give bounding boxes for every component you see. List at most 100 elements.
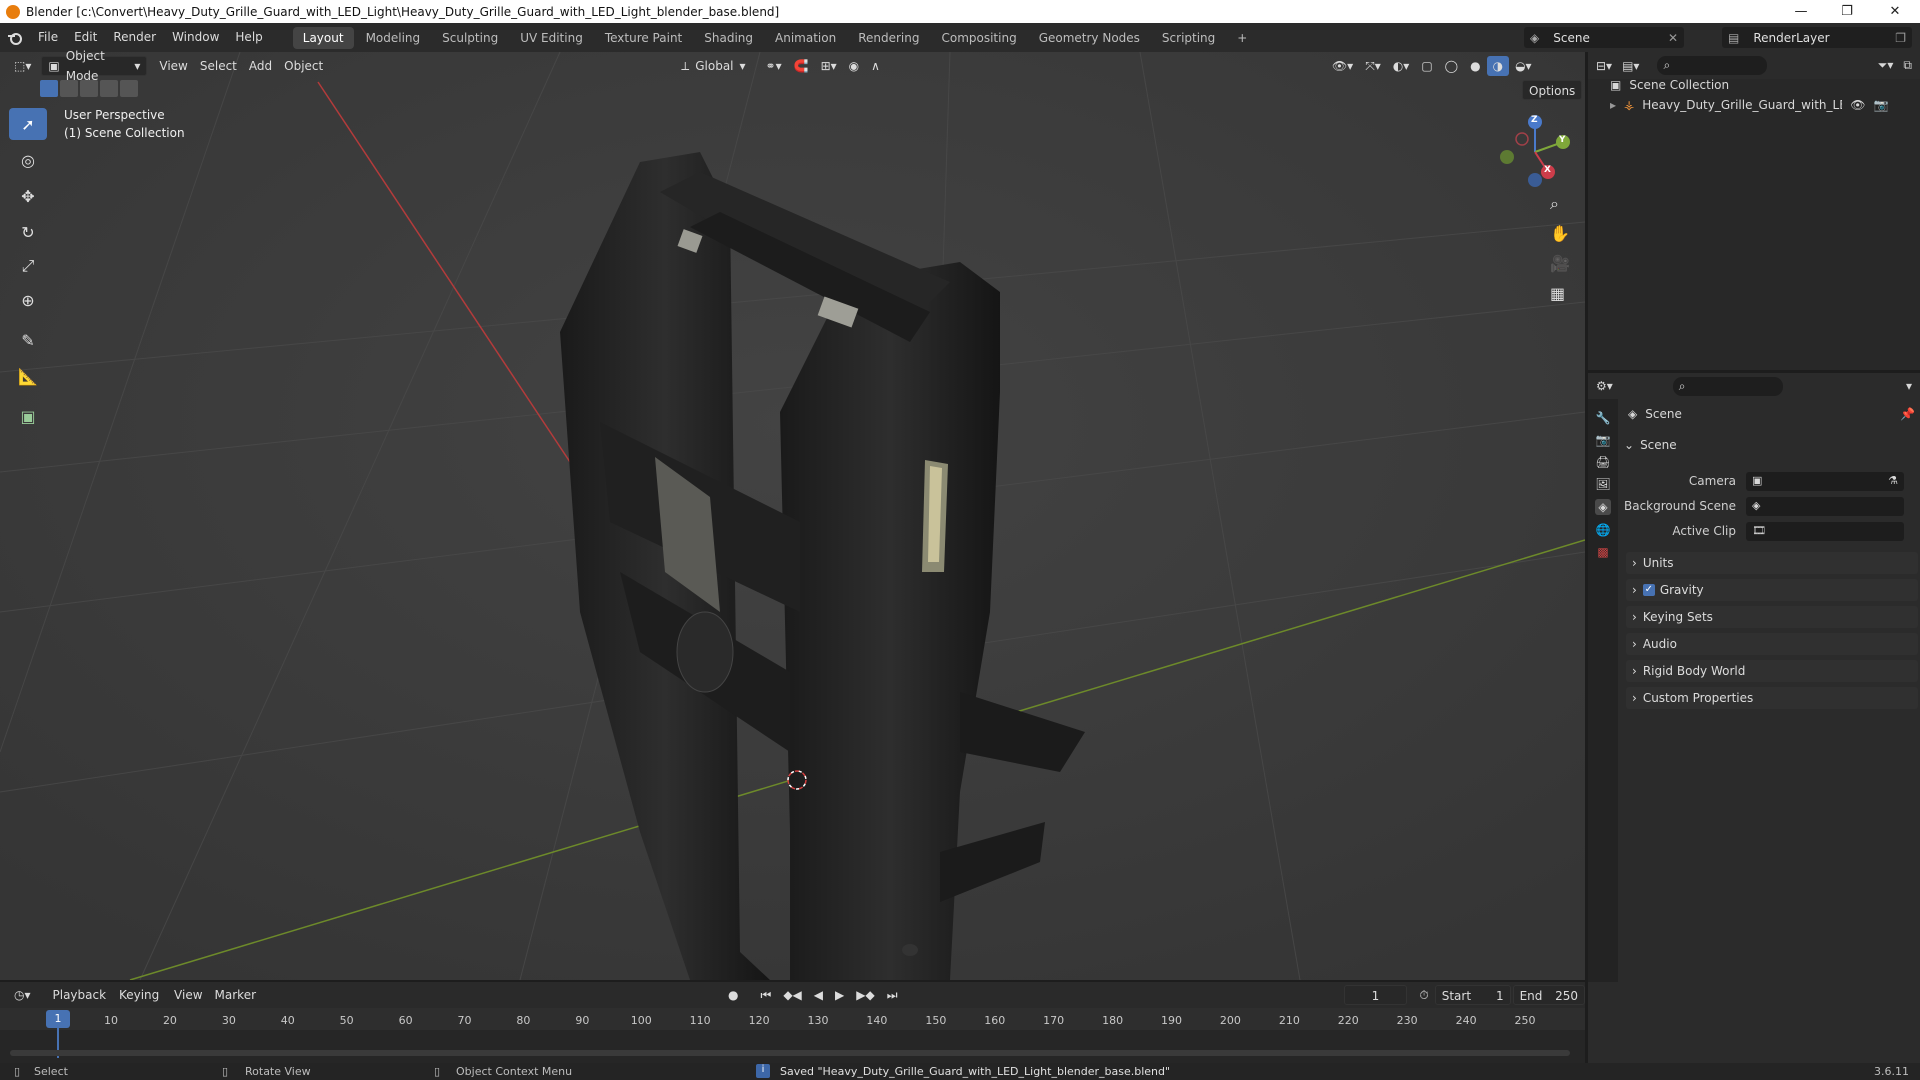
xray-icon[interactable]: ▢ — [1415, 56, 1438, 76]
tab-uv-editing[interactable]: UV Editing — [510, 27, 593, 49]
navigation-gizmo[interactable]: Z Y X — [1490, 112, 1580, 192]
tab-geometry-nodes[interactable]: Geometry Nodes — [1029, 27, 1150, 49]
camera-view-icon[interactable]: 🎥 — [1550, 254, 1570, 273]
play-icon[interactable]: ▶ — [829, 985, 850, 1005]
section-gravity[interactable]: › ✓ Gravity — [1626, 579, 1918, 601]
next-keyframe-icon[interactable]: ▶◆ — [850, 985, 880, 1005]
select-extend-icon[interactable] — [60, 80, 78, 97]
minimize-button[interactable]: — — [1778, 0, 1824, 23]
options-button[interactable]: Options — [1522, 80, 1583, 100]
play-reverse-icon[interactable]: ◀ — [808, 985, 829, 1005]
visibility-icon[interactable]: 👁▾ — [1326, 56, 1359, 76]
rendered-shading-icon[interactable]: ◒▾ — [1509, 56, 1538, 76]
jump-start-icon[interactable]: ⏮ — [755, 985, 778, 1005]
texture-tab-icon[interactable]: ▩ — [1597, 545, 1608, 559]
section-keying-sets[interactable]: › Keying Sets — [1626, 606, 1918, 628]
menu-view[interactable]: View — [153, 56, 193, 76]
menu-select[interactable]: Select — [194, 56, 243, 76]
tool-tab-icon[interactable]: 🔧 — [1596, 411, 1611, 425]
end-frame-field[interactable]: End 250 — [1512, 985, 1586, 1005]
gizmo-toggle-icon[interactable]: ⤧▾ — [1359, 56, 1387, 76]
expand-arrow-icon[interactable]: ▸ — [1610, 98, 1616, 112]
move-tool[interactable]: ✥ — [9, 180, 47, 212]
gravity-checkbox[interactable]: ✓ — [1642, 584, 1655, 596]
outliner-search-input[interactable]: ⌕ — [1657, 56, 1768, 75]
tab-sculpting[interactable]: Sculpting — [432, 27, 508, 49]
snap-target-icon[interactable]: ⊞▾ — [815, 56, 843, 76]
tab-compositing[interactable]: Compositing — [931, 27, 1026, 49]
orientation-selector[interactable]: ⟂ Global ▾ — [675, 56, 751, 76]
scene-selector[interactable]: ◈ Scene ✕ — [1524, 27, 1684, 48]
zoom-icon[interactable]: ⌕ — [1550, 194, 1559, 214]
copy-icon[interactable]: ❐ — [1895, 31, 1906, 45]
annotate-tool[interactable]: ✎ — [9, 324, 47, 356]
filter-icon[interactable]: ⏷▾ — [1878, 58, 1894, 73]
section-rigid-body-world[interactable]: › Rigid Body World — [1626, 660, 1918, 682]
eye-icon[interactable]: 👁 — [1850, 98, 1865, 112]
select-box-tool[interactable]: ➚ — [9, 108, 47, 140]
menu-add[interactable]: Add — [243, 56, 278, 76]
3d-viewport[interactable]: User Perspective (1) Scene Collection Z … — [0, 52, 1585, 980]
tab-animation[interactable]: Animation — [765, 27, 846, 49]
tab-texture-paint[interactable]: Texture Paint — [595, 27, 692, 49]
tab-modeling[interactable]: Modeling — [356, 27, 431, 49]
material-shading-icon[interactable]: ◑ — [1486, 56, 1510, 76]
tab-layout[interactable]: Layout — [292, 26, 354, 49]
outliner-editor-icon[interactable]: ⊟▾ — [1596, 59, 1612, 73]
measure-tool[interactable]: 📐 — [9, 360, 47, 392]
proportional-edit-icon[interactable]: ◉ — [843, 56, 865, 76]
rotate-tool[interactable]: ↻ — [9, 216, 47, 248]
playhead[interactable]: 1 — [46, 1010, 70, 1028]
solid-shading-icon[interactable]: ● — [1464, 56, 1486, 76]
menu-keying[interactable]: Keying ▾ — [113, 985, 168, 1022]
menu-file[interactable]: File — [30, 23, 66, 52]
menu-timeline-view[interactable]: View — [168, 985, 208, 1005]
perspective-toggle-icon[interactable]: ▦ — [1550, 284, 1565, 303]
tab-rendering[interactable]: Rendering — [848, 27, 929, 49]
prev-keyframe-icon[interactable]: ◆◀ — [777, 985, 807, 1005]
properties-editor-icon[interactable]: ⚙▾ — [1596, 379, 1613, 393]
menu-playback[interactable]: Playback ▾ — [47, 985, 113, 1022]
background-scene-field[interactable]: ◈ — [1746, 497, 1904, 516]
snap-icon[interactable]: 🧲 — [788, 56, 815, 76]
tab-scripting[interactable]: Scripting — [1152, 27, 1225, 49]
chevron-down-icon[interactable]: ▾ — [1906, 379, 1912, 393]
pivot-icon[interactable]: ⚭▾ — [760, 56, 788, 76]
pan-hand-icon[interactable]: ✋ — [1550, 224, 1570, 243]
record-icon[interactable]: ● — [722, 985, 744, 1005]
close-button[interactable]: ✕ — [1872, 0, 1918, 23]
active-clip-field[interactable]: 🎞 — [1746, 522, 1904, 541]
new-collection-icon[interactable]: ⧉ — [1903, 58, 1912, 73]
pin-icon[interactable]: 📌 — [1900, 407, 1915, 421]
mode-selector[interactable]: ▣ Object Mode ▾ — [41, 49, 148, 83]
select-invert-icon[interactable] — [100, 80, 118, 97]
cursor-tool[interactable]: ◎ — [9, 144, 47, 176]
menu-marker[interactable]: Marker — [209, 985, 262, 1005]
tab-shading[interactable]: Shading — [694, 27, 763, 49]
maximize-button[interactable]: ❐ — [1824, 0, 1870, 23]
menu-help[interactable]: Help — [227, 23, 270, 52]
add-workspace-button[interactable]: + — [1227, 27, 1257, 49]
outliner-scene-collection[interactable]: ▣ Scene Collection — [1610, 78, 1729, 92]
add-cube-tool[interactable]: ▣ — [9, 400, 47, 432]
section-audio[interactable]: › Audio — [1626, 633, 1918, 655]
select-subtract-icon[interactable] — [80, 80, 98, 97]
camera-field[interactable]: ▣ ⚗ — [1746, 472, 1904, 491]
jump-end-icon[interactable]: ⏭ — [881, 985, 904, 1005]
select-new-icon[interactable] — [40, 80, 58, 97]
start-frame-field[interactable]: Start 1 — [1434, 985, 1511, 1005]
close-icon[interactable]: ✕ — [1668, 31, 1678, 45]
scale-tool[interactable]: ⤢ — [9, 250, 47, 282]
render-tab-icon[interactable]: 📷 — [1596, 433, 1611, 447]
display-mode-icon[interactable]: ▤▾ — [1622, 59, 1639, 73]
eyedropper-icon[interactable]: ⚗ — [1888, 474, 1898, 487]
blender-menu-icon[interactable] — [0, 31, 30, 45]
renderlayer-selector[interactable]: ▤ RenderLayer ❐ — [1722, 27, 1912, 48]
current-frame-field[interactable]: 1 — [1343, 985, 1408, 1005]
properties-search-input[interactable]: ⌕ — [1672, 376, 1783, 396]
select-intersect-icon[interactable] — [120, 80, 138, 97]
transform-tool[interactable]: ⊕ — [9, 284, 47, 316]
wireframe-shading-icon[interactable]: ◯ — [1439, 56, 1464, 76]
scene-panel-header[interactable]: ⌄ Scene — [1624, 434, 1916, 456]
editor-type-icon[interactable]: ⬚▾ — [8, 56, 37, 76]
